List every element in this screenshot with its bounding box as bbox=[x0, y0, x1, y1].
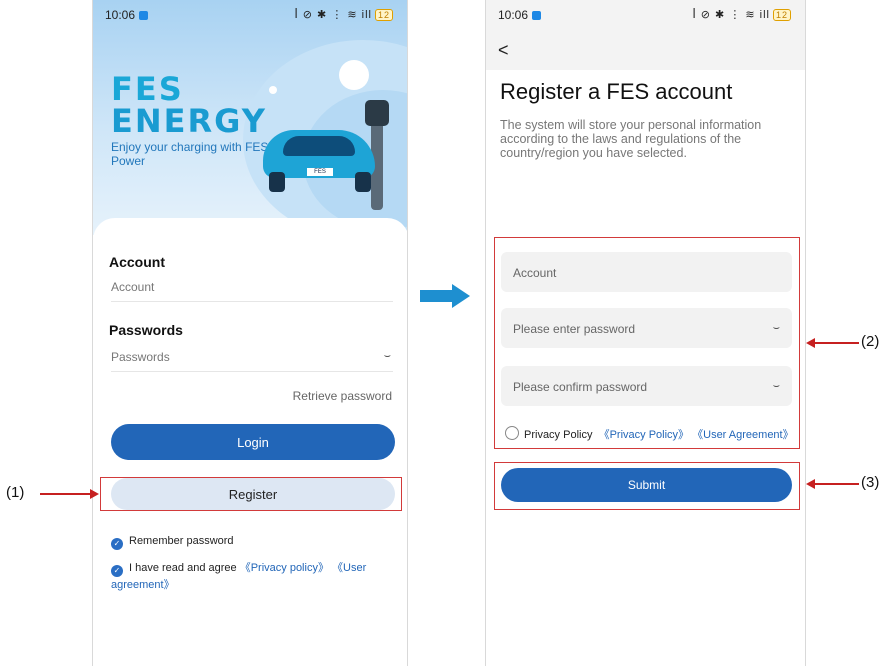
privacy-policy-link[interactable]: 《Privacy policy》 bbox=[240, 562, 329, 574]
account-input[interactable]: Account bbox=[111, 280, 393, 302]
remember-password-row[interactable]: ✓ Remember password bbox=[111, 535, 234, 550]
status-bar: 10:06 ꟾ ⊘ ✱ ⋮ ≋ ill 12 bbox=[486, 0, 805, 30]
password-input[interactable]: Passwords ⌣ bbox=[111, 350, 393, 372]
flow-arrow-icon bbox=[420, 290, 454, 302]
check-circle-icon[interactable]: ✓ bbox=[111, 565, 123, 577]
highlight-form bbox=[494, 237, 800, 449]
status-time: 10:06 bbox=[498, 8, 542, 22]
status-bar: 10:06 ꟾ ⊘ ✱ ⋮ ≋ ill 12 bbox=[93, 0, 407, 30]
notification-icon bbox=[139, 11, 149, 20]
status-icons: ꟾ ⊘ ✱ ⋮ ≋ ill 12 bbox=[294, 8, 393, 21]
login-screen: FES ENERGY Enjoy your charging with FES … bbox=[92, 0, 408, 666]
retrieve-password-link[interactable]: Retrieve password bbox=[293, 389, 392, 403]
page-subtitle: The system will store your personal info… bbox=[500, 118, 762, 160]
logo-energy: ENERGY bbox=[111, 102, 267, 140]
callout-2: (2) bbox=[861, 333, 880, 350]
notification-icon bbox=[532, 11, 542, 20]
password-label: Passwords bbox=[109, 322, 183, 338]
flow-arrow-head-icon bbox=[452, 284, 470, 308]
battery-icon: 12 bbox=[772, 9, 791, 21]
callout-1: (1) bbox=[6, 484, 25, 501]
highlight-submit bbox=[494, 462, 800, 510]
hero-banner: FES ENERGY Enjoy your charging with FES … bbox=[93, 0, 407, 235]
login-button[interactable]: Login bbox=[111, 424, 395, 460]
charger-head-icon bbox=[365, 100, 389, 126]
agreement-row: ✓ I have read and agree 《Privacy policy》 … bbox=[111, 562, 367, 591]
status-time: 10:06 bbox=[105, 8, 149, 22]
tagline: Enjoy your charging with FES Power bbox=[111, 140, 269, 168]
car-plate: FES bbox=[307, 168, 333, 176]
account-label: Account bbox=[109, 254, 165, 270]
check-circle-icon[interactable]: ✓ bbox=[111, 538, 123, 550]
callout-3: (3) bbox=[861, 474, 880, 491]
arrow-right-icon bbox=[90, 489, 99, 499]
eye-closed-icon[interactable]: ⌣ bbox=[384, 350, 391, 363]
battery-icon: 12 bbox=[374, 9, 393, 21]
back-icon[interactable]: < bbox=[498, 40, 509, 61]
status-icons: ꟾ ⊘ ✱ ⋮ ≋ ill 12 bbox=[692, 8, 791, 21]
page-title: Register a FES account bbox=[500, 79, 733, 104]
highlight-register bbox=[100, 477, 402, 511]
